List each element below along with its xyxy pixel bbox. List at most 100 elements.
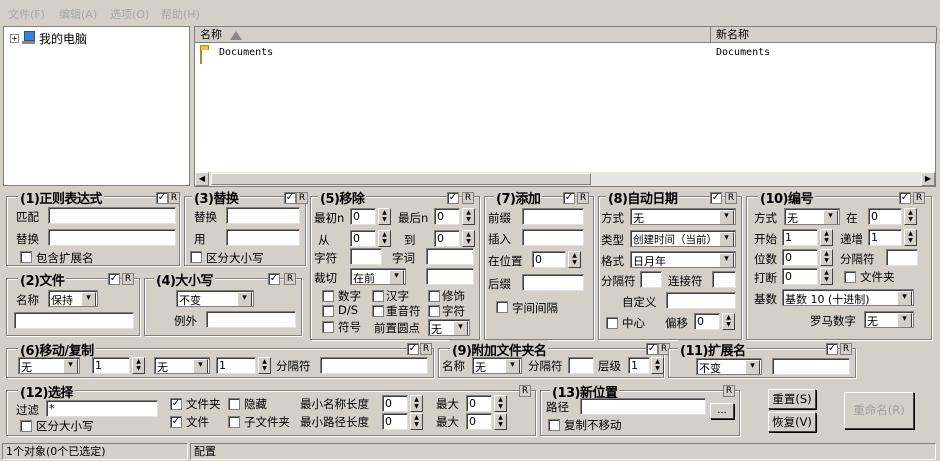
select-max-path-input[interactable]: 0	[466, 413, 492, 430]
add-at-pos-spinner[interactable]: ▲ ▼	[568, 251, 581, 268]
remove-first-spinner[interactable]: ▲ ▼	[378, 208, 391, 225]
autodate-center-checkbox[interactable]	[606, 317, 618, 329]
move-select-2[interactable]: 无	[154, 357, 210, 374]
number-sep-input[interactable]	[886, 249, 918, 266]
extension-input[interactable]	[772, 358, 850, 375]
select-max-path-spinner[interactable]: ▲ ▼	[494, 413, 507, 430]
regex-reset-button[interactable]: R	[168, 192, 180, 204]
menu-file[interactable]: 文件(F)	[8, 6, 45, 22]
rename-button[interactable]: 重命名(R)	[844, 392, 914, 429]
column-header-newname[interactable]: 新名称	[711, 27, 937, 43]
number-reset-button[interactable]: R	[913, 192, 925, 204]
file-name-input[interactable]	[14, 312, 134, 329]
remove-last-input[interactable]: 0	[434, 208, 460, 225]
horizontal-scrollbar[interactable]: ◀ ▶	[195, 172, 935, 186]
autodate-offset-input[interactable]: 0	[694, 313, 720, 330]
move-input-2[interactable]: 1	[216, 357, 256, 374]
number-base-select[interactable]: 基数 10 (十进制)	[782, 289, 914, 306]
file-list[interactable]: 名称 新名称 Documents Documents ◀ ▶	[194, 26, 937, 187]
select-files-checkbox[interactable]: ✓	[170, 416, 182, 428]
column-header-name[interactable]: 名称	[195, 27, 711, 43]
number-incr-spinner[interactable]: ▲ ▼	[904, 229, 917, 246]
remove-enable-checkbox[interactable]: ✓	[447, 192, 459, 204]
replace-input[interactable]	[226, 207, 300, 224]
number-break-spinner[interactable]: ▲ ▼	[820, 268, 833, 285]
regex-include-ext-checkbox[interactable]	[20, 251, 32, 263]
replace-with-input[interactable]	[226, 229, 300, 246]
select-min-name-input[interactable]: 0	[382, 395, 408, 412]
select-max-name-spinner[interactable]: ▲ ▼	[494, 395, 507, 412]
menu-help[interactable]: 帮助(H)	[161, 6, 200, 22]
autodate-sep-input[interactable]	[640, 271, 662, 288]
extension-select[interactable]: 不变	[696, 358, 762, 375]
select-reset-button[interactable]: R	[519, 385, 531, 397]
remove-reset-button[interactable]: R	[462, 192, 474, 204]
browse-button[interactable]: ...	[710, 403, 734, 419]
append-sep-input[interactable]	[568, 357, 594, 374]
add-prefix-input[interactable]	[522, 208, 584, 225]
remove-symbols-checkbox[interactable]	[322, 321, 334, 333]
remove-from-spinner[interactable]: ▲ ▼	[378, 230, 391, 247]
remove-ds-checkbox[interactable]	[322, 305, 334, 317]
move-select-1[interactable]: 无	[18, 357, 80, 374]
case-except-input[interactable]	[206, 311, 296, 328]
remove-lead-dots-select[interactable]: 无	[428, 319, 470, 336]
remove-crop-input[interactable]	[426, 268, 474, 285]
remove-to-input[interactable]: 0	[434, 230, 460, 247]
remove-chinese-checkbox[interactable]	[372, 290, 384, 302]
select-subfolders-checkbox[interactable]	[228, 416, 240, 428]
add-enable-checkbox[interactable]: ✓	[563, 192, 575, 204]
newloc-copy-checkbox[interactable]	[548, 419, 560, 431]
case-reset-button[interactable]: R	[284, 273, 296, 285]
scroll-thumb[interactable]	[211, 173, 591, 185]
number-incr-input[interactable]: 1	[868, 229, 902, 246]
folder-tree[interactable]: + 我的电脑	[3, 26, 190, 186]
select-hidden-checkbox[interactable]	[228, 398, 240, 410]
move-spinner-2[interactable]: ▲ ▼	[258, 357, 271, 374]
number-at-spinner[interactable]: ▲ ▼	[904, 208, 917, 225]
number-enable-checkbox[interactable]: ✓	[899, 192, 911, 204]
number-folder-checkbox[interactable]	[844, 271, 856, 283]
replace-case-checkbox[interactable]	[190, 251, 202, 263]
regex-match-input[interactable]	[48, 207, 176, 224]
autodate-type-select[interactable]: 创建时间（当前）	[630, 230, 736, 247]
number-start-spinner[interactable]: ▲ ▼	[820, 229, 833, 246]
add-suffix-input[interactable]	[522, 274, 584, 291]
autodate-reset-button[interactable]: R	[725, 192, 737, 204]
number-pad-input[interactable]: 0	[782, 249, 818, 266]
append-name-select[interactable]: 无	[472, 357, 522, 374]
select-min-path-spinner[interactable]: ▲ ▼	[410, 413, 423, 430]
list-item[interactable]: Documents Documents	[199, 46, 929, 64]
move-reset-button[interactable]: R	[420, 343, 432, 355]
extension-enable-checkbox[interactable]: ✓	[826, 343, 838, 355]
autodate-join-input[interactable]	[712, 271, 736, 288]
remove-chars2-checkbox[interactable]	[428, 305, 440, 317]
autodate-custom-input[interactable]	[666, 292, 736, 309]
append-level-input[interactable]: 1	[628, 357, 650, 374]
select-filter-input[interactable]: *	[46, 400, 158, 417]
file-enable-checkbox[interactable]: ✓	[108, 273, 120, 285]
number-start-input[interactable]: 1	[782, 229, 818, 246]
number-break-input[interactable]: 0	[782, 268, 818, 285]
case-select[interactable]: 不变	[176, 290, 254, 307]
add-at-pos-input[interactable]: 0	[532, 251, 566, 268]
scroll-right-icon[interactable]: ▶	[921, 172, 935, 186]
scroll-left-icon[interactable]: ◀	[195, 172, 209, 186]
autodate-mode-select[interactable]: 无	[630, 208, 736, 225]
file-name-select[interactable]: 保持	[48, 290, 98, 307]
extension-reset-button[interactable]: R	[840, 343, 852, 355]
autodate-enable-checkbox[interactable]: ✓	[710, 192, 722, 204]
move-input-1[interactable]: 1	[92, 357, 130, 374]
reset-button[interactable]: 重置(S)	[768, 389, 816, 409]
move-spinner-1[interactable]: ▲ ▼	[132, 357, 145, 374]
tree-item-my-computer[interactable]: + 我的电脑	[10, 30, 87, 46]
remove-to-spinner[interactable]: ▲ ▼	[462, 230, 475, 247]
menu-edit[interactable]: 编辑(A)	[59, 6, 97, 22]
append-level-spinner[interactable]: ▲ ▼	[651, 357, 664, 374]
add-reset-button[interactable]: R	[577, 192, 589, 204]
add-word-space-checkbox[interactable]	[496, 301, 508, 313]
revert-button[interactable]: 恢复(V)	[768, 412, 816, 432]
case-enable-checkbox[interactable]: ✓	[268, 273, 280, 285]
remove-last-spinner[interactable]: ▲ ▼	[462, 208, 475, 225]
remove-accents-checkbox[interactable]	[372, 305, 384, 317]
